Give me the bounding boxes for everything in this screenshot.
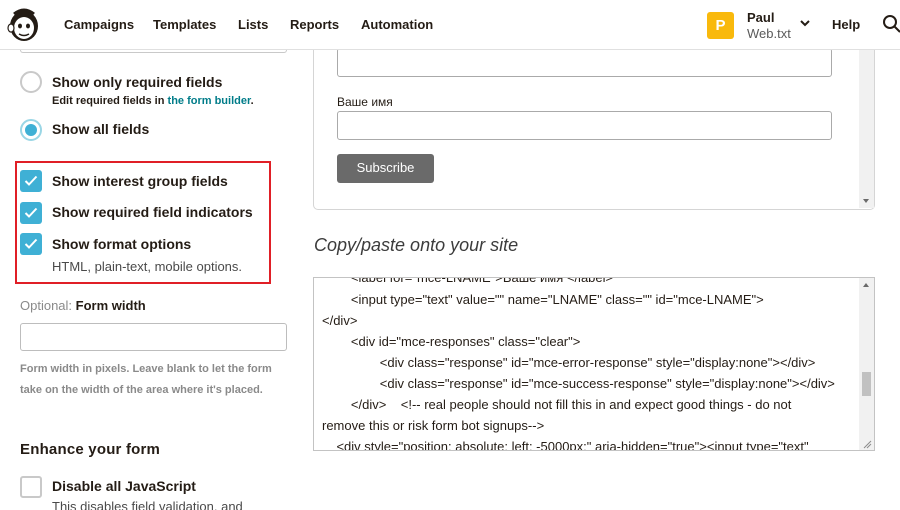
- show-required-radio[interactable]: [20, 71, 42, 93]
- disable-js-label: Disable all JavaScript: [52, 478, 196, 494]
- checkmark-icon: [24, 238, 38, 249]
- avatar[interactable]: P: [707, 12, 734, 39]
- resize-grip-icon[interactable]: [862, 439, 872, 449]
- preview-name-input[interactable]: [337, 111, 832, 140]
- interest-groups-label: Show interest group fields: [52, 173, 228, 189]
- preview-email-input[interactable]: [337, 48, 832, 77]
- code-line: <div class="response" id="mce-error-resp…: [322, 355, 816, 370]
- format-options-sub: HTML, plain-text, mobile options.: [52, 259, 243, 274]
- show-required-label: Show only required fields: [52, 74, 223, 90]
- interest-groups-checkbox[interactable]: [20, 170, 42, 192]
- form-width-label: Optional: Form width: [20, 298, 146, 313]
- code-line: <div class="response" id="mce-success-re…: [322, 376, 835, 391]
- disable-js-sub: This disables field validation, and: [52, 499, 243, 510]
- top-navigation: Campaigns Templates Lists Reports Automa…: [0, 0, 900, 50]
- scroll-down-arrow-icon[interactable]: [863, 199, 869, 203]
- chevron-down-icon[interactable]: [798, 16, 812, 30]
- nav-reports[interactable]: Reports: [290, 17, 339, 32]
- code-scroll-thumb[interactable]: [862, 372, 871, 396]
- disable-js-checkbox[interactable]: [20, 476, 42, 498]
- preview-name-label: Ваше имя: [337, 95, 393, 109]
- code-line: <div id="mce-responses" class="clear">: [322, 334, 581, 349]
- nav-lists[interactable]: Lists: [238, 17, 268, 32]
- required-indicators-label: Show required field indicators: [52, 204, 253, 220]
- enhance-form-heading: Enhance your form: [20, 441, 161, 458]
- copy-paste-heading: Copy/paste onto your site: [314, 235, 519, 255]
- form-width-help: Form width in pixels. Leave blank to let…: [20, 363, 272, 396]
- code-line: </div>: [322, 313, 358, 328]
- code-line: <label for="mce-LNAME">Ваше имя </label>: [322, 277, 614, 285]
- preview-scrollbar[interactable]: [859, 30, 874, 208]
- subscribe-button[interactable]: Subscribe: [337, 154, 434, 183]
- code-line: <div style="position: absolute; left: -5…: [322, 439, 809, 451]
- format-options-label: Show format options: [52, 236, 192, 252]
- nav-help[interactable]: Help: [832, 17, 860, 32]
- user-org: Web.txt: [747, 26, 791, 41]
- show-all-radio[interactable]: [20, 119, 42, 141]
- checkmark-icon: [24, 175, 38, 186]
- code-line: <input type="text" value="" name="LNAME"…: [322, 292, 764, 307]
- nav-templates[interactable]: Templates: [153, 17, 216, 32]
- freddie-logo-icon[interactable]: [6, 6, 42, 44]
- form-width-input[interactable]: [20, 323, 287, 351]
- format-options-checkbox[interactable]: [20, 233, 42, 255]
- show-all-label: Show all fields: [52, 121, 150, 137]
- nav-campaigns[interactable]: Campaigns: [64, 17, 134, 32]
- form-builder-link[interactable]: the form builder: [168, 95, 251, 107]
- code-line: </div> <!-- real people should not fill …: [322, 397, 792, 412]
- scroll-up-arrow-icon[interactable]: [863, 283, 869, 287]
- user-name[interactable]: Paul: [747, 10, 774, 25]
- code-line: remove this or risk form bot signups-->: [322, 418, 545, 433]
- checkmark-icon: [24, 207, 38, 218]
- search-icon[interactable]: [882, 14, 900, 34]
- embed-code-textarea[interactable]: <label for="mce-LNAME">Ваше имя </label>…: [313, 277, 875, 451]
- form-preview: Ваше имя Subscribe: [313, 30, 875, 210]
- required-indicators-checkbox[interactable]: [20, 202, 42, 224]
- code-scrollbar[interactable]: [859, 278, 874, 450]
- nav-automation[interactable]: Automation: [361, 17, 433, 32]
- show-required-sub: Edit required fields in the form builder…: [52, 95, 254, 107]
